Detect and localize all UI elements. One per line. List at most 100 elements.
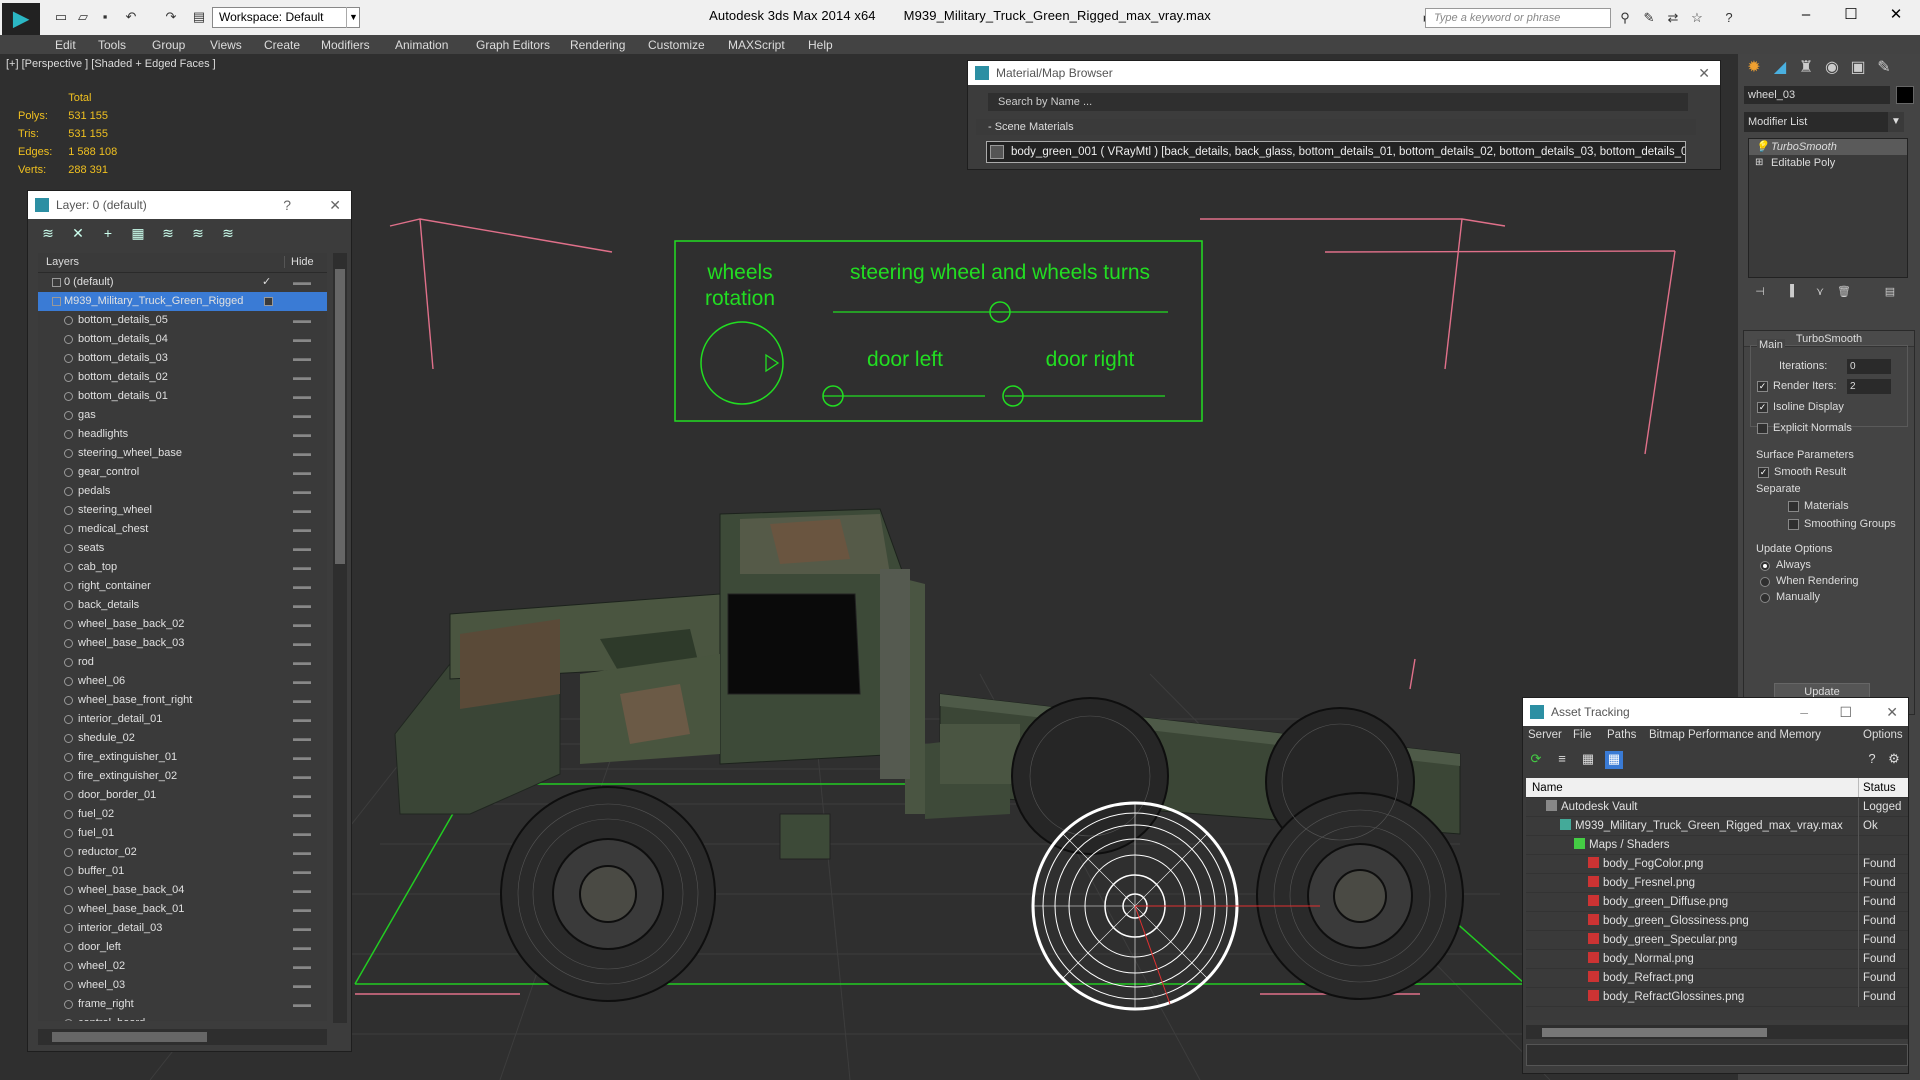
help-button[interactable]: ?: [283, 191, 291, 219]
update-manually-radio[interactable]: [1760, 593, 1770, 603]
menu-help[interactable]: Help: [808, 35, 833, 55]
make-unique-icon[interactable]: ⋎: [1810, 285, 1830, 303]
layer-explorer-panel[interactable]: Layer: 0 (default) ? ✕ ≋ ✕ + ▦ ≋ ≋ ≋ Lay…: [27, 190, 352, 1052]
layer-item[interactable]: wheel_02 ▬▬: [38, 957, 327, 976]
layer-panel-close-button[interactable]: ✕: [329, 191, 341, 219]
freeze-all-icon[interactable]: ≋: [218, 225, 238, 243]
layer-item[interactable]: wheel_06 ▬▬: [38, 672, 327, 691]
add-to-layer-icon[interactable]: +: [98, 225, 118, 243]
layer-item[interactable]: wheel_base_back_04 ▬▬: [38, 881, 327, 900]
hide-toggle[interactable]: ▬▬: [293, 501, 311, 520]
hide-toggle[interactable]: ▬▬: [293, 368, 311, 387]
layer-item[interactable]: wheel_03 ▬▬: [38, 976, 327, 995]
col-hide[interactable]: Hide: [284, 256, 314, 268]
layer-item[interactable]: medical_chest ▬▬: [38, 520, 327, 539]
hide-toggle[interactable]: ▬▬: [293, 406, 311, 425]
menu-animation[interactable]: Animation: [395, 35, 448, 55]
layer-item[interactable]: buffer_01 ▬▬: [38, 862, 327, 881]
layer-item[interactable]: interior_detail_01 ▬▬: [38, 710, 327, 729]
hide-toggle[interactable]: ▬▬: [293, 349, 311, 368]
hide-toggle[interactable]: ▬▬: [293, 444, 311, 463]
scroll-thumb[interactable]: [52, 1032, 207, 1042]
settings-icon[interactable]: ⚙: [1885, 751, 1903, 769]
bulb-icon[interactable]: 💡: [1755, 139, 1769, 155]
layer-item[interactable]: bottom_details_03 ▬▬: [38, 349, 327, 368]
hide-toggle[interactable]: ▬▬: [293, 463, 311, 482]
layer-item[interactable]: bottom_details_05 ▬▬: [38, 311, 327, 330]
viewport-label[interactable]: [+] [Perspective ] [Shaded + Edged Faces…: [6, 58, 216, 70]
hide-toggle[interactable]: ▬▬: [293, 577, 311, 596]
stack-item-turbosmooth[interactable]: 💡 TurboSmooth: [1749, 139, 1907, 155]
layer-item[interactable]: steering_wheel_base ▬▬: [38, 444, 327, 463]
hide-toggle[interactable]: ▬▬: [293, 330, 311, 349]
asset-menu-server[interactable]: Server: [1528, 729, 1562, 741]
chevron-down-icon[interactable]: ▼: [1888, 112, 1904, 132]
rotation-handle-icon[interactable]: [765, 353, 780, 373]
layer-row-default[interactable]: 0 (default) ✓ ▬▬: [38, 273, 327, 292]
iterations-spinner[interactable]: 0: [1847, 359, 1891, 374]
layer-item[interactable]: gas ▬▬: [38, 406, 327, 425]
hide-toggle[interactable]: ▬▬: [293, 919, 311, 938]
hide-toggle[interactable]: ▬▬: [293, 824, 311, 843]
hide-toggle[interactable]: ▬▬: [293, 786, 311, 805]
stack-item-editable-poly[interactable]: ⊞ Editable Poly: [1749, 155, 1907, 171]
layer-item[interactable]: control_board ▬▬: [38, 1014, 327, 1021]
material-search-input[interactable]: Search by Name ...: [988, 93, 1688, 111]
asset-tracking-panel[interactable]: Asset Tracking – ☐ ✕ Server File Paths B…: [1522, 697, 1909, 1074]
pin-stack-icon[interactable]: ⊣: [1750, 285, 1770, 303]
hierarchy-tab-icon[interactable]: ♜: [1794, 56, 1818, 80]
asset-menu-file[interactable]: File: [1573, 729, 1592, 741]
hide-toggle[interactable]: ▬▬: [293, 596, 311, 615]
remove-modifier-icon[interactable]: 🗑: [1834, 285, 1854, 303]
col-name[interactable]: Name: [1532, 778, 1563, 798]
menu-tools[interactable]: Tools: [98, 35, 126, 55]
layer-item[interactable]: fuel_02 ▬▬: [38, 805, 327, 824]
explicit-normals-checkbox[interactable]: [1757, 423, 1768, 434]
material-browser-titlebar[interactable]: Material/Map Browser ✕: [968, 61, 1720, 85]
layer-item[interactable]: wheel_base_back_03 ▬▬: [38, 634, 327, 653]
asset-row[interactable]: body_Refract.png Found: [1526, 969, 1908, 988]
active-layer-toggle[interactable]: [264, 297, 273, 306]
asset-row[interactable]: body_RefractGlossines.png Found: [1526, 988, 1908, 1007]
turbosmooth-rollout[interactable]: TurboSmooth Main Iterations: 0 ✓ Render …: [1743, 330, 1915, 715]
hide-toggle[interactable]: ▬▬: [293, 311, 311, 330]
update-always-radio[interactable]: [1760, 561, 1770, 571]
menu-rendering[interactable]: Rendering: [570, 35, 625, 55]
hide-toggle[interactable]: ▬▬: [293, 900, 311, 919]
asset-menu-paths[interactable]: Paths: [1607, 729, 1636, 741]
hide-toggle[interactable]: ▬▬: [293, 672, 311, 691]
hide-toggle[interactable]: ▬▬: [293, 805, 311, 824]
hide-toggle[interactable]: ▬▬: [293, 653, 311, 672]
layer-row-selected[interactable]: M939_Military_Truck_Green_Rigged: [38, 292, 327, 311]
create-tab-icon[interactable]: ✹: [1742, 56, 1766, 80]
close-button[interactable]: ✕: [1873, 4, 1919, 28]
hide-toggle[interactable]: ▬▬: [293, 482, 311, 501]
asset-tracking-titlebar[interactable]: Asset Tracking – ☐ ✕: [1523, 698, 1908, 726]
render-iters-checkbox[interactable]: ✓: [1757, 381, 1768, 392]
hide-toggle[interactable]: ▬▬: [293, 634, 311, 653]
layer-item[interactable]: headlights ▬▬: [38, 425, 327, 444]
layer-item[interactable]: wheel_base_back_02 ▬▬: [38, 615, 327, 634]
layer-item[interactable]: interior_detail_03 ▬▬: [38, 919, 327, 938]
active-layer-check-icon[interactable]: ✓: [262, 273, 271, 292]
isoline-display-checkbox[interactable]: ✓: [1757, 402, 1768, 413]
asset-row[interactable]: body_green_Diffuse.png Found: [1526, 893, 1908, 912]
col-layers[interactable]: Layers: [46, 256, 79, 268]
hide-toggle[interactable]: ▬▬: [293, 273, 311, 292]
layer-item[interactable]: rod ▬▬: [38, 653, 327, 672]
hide-toggle[interactable]: ▬▬: [293, 539, 311, 558]
layer-item[interactable]: pedals ▬▬: [38, 482, 327, 501]
col-status[interactable]: Status: [1858, 778, 1896, 797]
minimize-button[interactable]: –: [1783, 4, 1829, 28]
hide-toggle[interactable]: ▬▬: [293, 387, 311, 406]
layer-item[interactable]: reductor_02 ▬▬: [38, 843, 327, 862]
layer-item[interactable]: frame_right ▬▬: [38, 995, 327, 1014]
asset-row[interactable]: body_FogColor.png Found: [1526, 855, 1908, 874]
asset-menu-options[interactable]: Options: [1863, 729, 1903, 741]
layer-item[interactable]: fire_extinguisher_02 ▬▬: [38, 767, 327, 786]
hide-toggle[interactable]: ▬▬: [293, 995, 311, 1014]
hide-toggle[interactable]: ▬▬: [293, 710, 311, 729]
asset-minimize-button[interactable]: –: [1800, 698, 1808, 726]
modifier-stack[interactable]: 💡 TurboSmooth ⊞ Editable Poly: [1748, 138, 1908, 278]
rig-control-panel[interactable]: wheels rotation steering wheel and wheel…: [674, 240, 1203, 422]
